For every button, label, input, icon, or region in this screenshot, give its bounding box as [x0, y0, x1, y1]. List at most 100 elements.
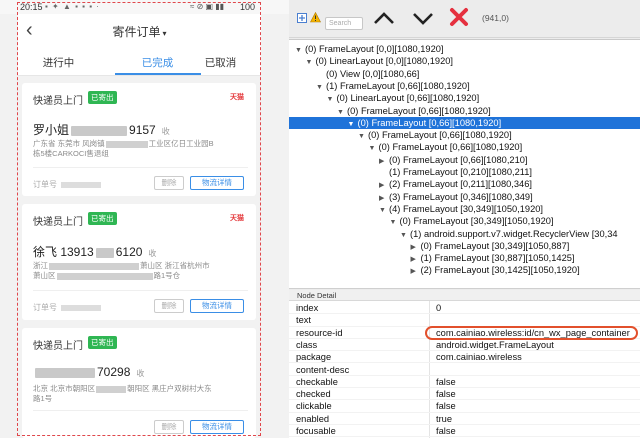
- delete-button[interactable]: 删除: [154, 299, 184, 313]
- page-title[interactable]: 寄件订单 ▾: [18, 23, 261, 40]
- tree-node-label: (0) FrameLayout [0,66][1080,1920]: [378, 142, 523, 153]
- tab-cancelled[interactable]: 已取消: [180, 55, 261, 70]
- warning-icon[interactable]: [310, 12, 321, 23]
- detail-row[interactable]: clickable false: [289, 400, 640, 413]
- nav-bar: ‹ 寄件订单 ▾: [18, 14, 261, 48]
- address-part: 北京 北京市朝阳区: [33, 384, 96, 393]
- caret-down-icon: ▾: [162, 29, 167, 38]
- tree-node[interactable]: ▶ (0) FrameLayout [0,66][1080,210]: [289, 154, 640, 166]
- tree-node[interactable]: ▼ (0) LinearLayout [0,66][1080,1920]: [289, 92, 640, 104]
- address-part: 路1号仓: [153, 271, 181, 280]
- logistics-detail-button[interactable]: 物流详情: [190, 299, 244, 313]
- order-number: 订单号: [33, 302, 101, 313]
- divider: [33, 290, 248, 291]
- tree-node-label: (0) FrameLayout [0,66][1080,1920]: [347, 105, 491, 116]
- recipient-address: 广东省 东莞市 风岗镇 工业区亿日工业园B 栋5楼CARKOCI售退组: [33, 139, 248, 159]
- delete-button[interactable]: 删除: [154, 420, 184, 434]
- detail-value[interactable]: com.cainiao.wireless: [436, 351, 522, 363]
- delete-button[interactable]: 删除: [154, 176, 184, 190]
- detail-key: checkable: [296, 376, 338, 387]
- redacted-order-number: [61, 304, 101, 311]
- redacted-name-phone: [35, 367, 95, 378]
- tree-node[interactable]: ▶ (2) FrameLayout [30,1425][1050,1920]: [289, 264, 640, 276]
- tree-node[interactable]: ▼ (1) android.support.v7.widget.RecyclerV…: [289, 228, 640, 240]
- redacted-order-number: [61, 181, 101, 188]
- resource-id-highlight: [425, 326, 638, 340]
- detail-value[interactable]: false: [436, 400, 456, 412]
- divider: [33, 167, 248, 168]
- detail-key: enabled: [296, 413, 330, 424]
- detail-value[interactable]: false: [436, 425, 456, 437]
- detail-key: checked: [296, 389, 331, 400]
- tree-node-label: (0) FrameLayout [0,0][1080,1920]: [305, 44, 444, 54]
- recipient: 徐飞 13913 6120 收: [33, 243, 156, 260]
- chevron-up-icon[interactable]: [372, 10, 396, 26]
- redacted-address: [49, 262, 139, 270]
- tree-node[interactable]: ▼ (0) LinearLayout [0,0][1080,1920]: [289, 55, 640, 67]
- order-number-label: 订单号: [33, 180, 57, 189]
- detail-value[interactable]: 0: [436, 302, 441, 314]
- recipient-phone-tail: 6120: [115, 245, 143, 259]
- order-card[interactable]: 快递员上门 已寄出 天猫 徐飞 13913 6120 收 浙江 萧山区 浙江省杭州市 …: [22, 204, 256, 320]
- detail-row[interactable]: focusable false: [289, 425, 640, 438]
- order-card[interactable]: 快递员上门 已寄出 天猫 罗小姐 9157 收 广东省 东莞市 风岗镇 工业区亿日工业…: [22, 83, 256, 196]
- tree-node[interactable]: ▶ (3) FrameLayout [0,346][1080,349]: [289, 191, 640, 203]
- status-bar: 20:15 ▪ ✦ ▲ ▪ ▪ ▪ · ≈ ⊘ ▣ ▮▮ 100: [0, 0, 289, 14]
- detail-row[interactable]: content-desc: [289, 364, 640, 376]
- hierarchy-tree[interactable]: ▼ (0) FrameLayout [0,0][1080,1920] ▼ (0) Li…: [289, 39, 640, 289]
- detail-key: focusable: [296, 426, 336, 436]
- detail-row[interactable]: enabled true: [289, 413, 640, 425]
- tree-node-label: (0) LinearLayout [0,0][1080,1920]: [315, 56, 454, 67]
- phone-screen: 20:15 ▪ ✦ ▲ ▪ ▪ ▪ · ≈ ⊘ ▣ ▮▮ 100 ‹ 寄件订单 ▾…: [0, 0, 289, 438]
- detail-row[interactable]: class android.widget.FrameLayout: [289, 339, 640, 352]
- tree-node[interactable]: ▼ (0) FrameLayout [0,66][1080,1920]: [289, 129, 640, 141]
- order-card[interactable]: 快递员上门 已寄出 70298 收 北京 北京市朝阳区 朝阳区 黑庄户双树村大东 路…: [22, 328, 256, 438]
- tree-node[interactable]: ▼ (0) FrameLayout [0,66][1080,1920]: [289, 141, 640, 153]
- tree-node[interactable]: ▶ (0) FrameLayout [30,349][1050,887]: [289, 240, 640, 252]
- detail-row[interactable]: text: [289, 314, 640, 327]
- search-input[interactable]: Search: [325, 17, 363, 30]
- tree-node[interactable]: ▼ (0) FrameLayout [0,66][1080,1920]: [289, 105, 640, 117]
- tree-node[interactable]: ▼ (1) FrameLayout [0,66][1080,1920]: [289, 80, 640, 92]
- logistics-detail-button[interactable]: 物流详情: [190, 176, 244, 190]
- status-notification-icons: ▪ ✦ ▲ ▪ ▪ ▪ ·: [45, 2, 100, 11]
- expand-icon[interactable]: [297, 13, 307, 23]
- detail-value[interactable]: false: [436, 376, 456, 388]
- order-type: 快递员上门: [33, 96, 83, 107]
- tree-node[interactable]: ▼ (0) FrameLayout [0,0][1080,1920]: [289, 43, 640, 55]
- page-title-text: 寄件订单: [112, 25, 161, 39]
- tab-in-progress[interactable]: 进行中: [18, 55, 99, 70]
- detail-value[interactable]: true: [436, 413, 452, 425]
- screen: 20:15 ▪ ✦ ▲ ▪ ▪ ▪ · ≈ ⊘ ▣ ▮▮ 100 ‹ 寄件订单 ▾…: [0, 0, 640, 438]
- logistics-detail-button[interactable]: 物流详情: [190, 420, 244, 434]
- tree-node-label: (1) FrameLayout [0,66][1080,1920]: [326, 80, 470, 91]
- detail-row[interactable]: checkable false: [289, 376, 640, 389]
- detail-value[interactable]: android.widget.FrameLayout: [436, 339, 554, 351]
- tree-node[interactable]: ▼ (0) FrameLayout [30,349][1050,1920]: [289, 215, 640, 227]
- battery-level: 100: [240, 2, 256, 12]
- detail-row[interactable]: index 0: [289, 302, 640, 315]
- tree-node-label: (0) LinearLayout [0,66][1080,1920]: [336, 93, 480, 104]
- redacted-phone: [71, 125, 128, 136]
- recipient-name: 罗小姐: [33, 123, 70, 137]
- tree-node[interactable]: ▼ (4) FrameLayout [30,349][1050,1920]: [289, 203, 640, 215]
- tree-node[interactable]: (0) View [0,0][1080,66]: [289, 68, 640, 80]
- tree-node[interactable]: ▶ (2) FrameLayout [0,211][1080,346]: [289, 178, 640, 190]
- detail-key: index: [296, 303, 319, 313]
- close-icon[interactable]: [449, 7, 469, 27]
- tree-node-label: (4) FrameLayout [30,349][1050,1920]: [389, 203, 544, 214]
- detail-row[interactable]: checked false: [289, 388, 640, 401]
- expand-arrow-icon[interactable]: ▶: [411, 266, 421, 278]
- tree-node-label: (0) FrameLayout [0,66][1080,210]: [389, 154, 528, 165]
- tree-node[interactable]: ▶ (1) FrameLayout [30,887][1050,1425]: [289, 252, 640, 264]
- detail-value[interactable]: false: [436, 388, 456, 400]
- tree-node[interactable]: (1) FrameLayout [0,210][1080,211]: [289, 166, 640, 178]
- redacted-address: [105, 140, 148, 148]
- chevron-down-icon[interactable]: [411, 10, 435, 26]
- detail-key: package: [296, 352, 332, 363]
- detail-row[interactable]: package com.cainiao.wireless: [289, 351, 640, 364]
- redacted-address: [96, 385, 127, 393]
- status-badge: 已寄出: [88, 336, 117, 349]
- tree-node[interactable]: ▼ (0) FrameLayout [0,66][1080,1920]: [289, 116, 640, 130]
- detail-key: content-desc: [296, 364, 350, 375]
